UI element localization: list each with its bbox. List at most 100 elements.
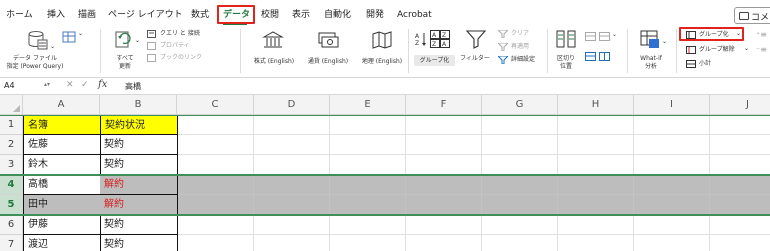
table-cell[interactable]: 契約 — [100, 235, 178, 251]
sort-ascending-icon[interactable]: A Z — [415, 31, 427, 47]
text-to-columns-icon[interactable] — [556, 29, 576, 49]
column-header-f[interactable]: F — [406, 95, 482, 115]
tab-formulas[interactable]: 数式 — [191, 10, 209, 21]
tab-page-layout[interactable]: ページ レイアウト — [108, 10, 183, 21]
advanced-filter-button[interactable]: 詳細設定 — [511, 56, 535, 63]
chevron-down-icon[interactable]: ⌄ — [78, 30, 83, 37]
insert-function-icon[interactable]: fx — [98, 79, 107, 90]
get-data-label-2: 指定 (Power Query) — [6, 63, 64, 70]
table-cell[interactable]: 契約状況 — [100, 115, 178, 135]
refresh-all-label: すべて — [116, 55, 134, 62]
what-if-label: What-if — [640, 55, 662, 62]
workbook-links-icon — [147, 54, 156, 62]
row-header[interactable]: 7 — [0, 235, 23, 251]
subtotal-button[interactable]: 小計 — [699, 60, 711, 67]
table-cell[interactable]: 田中 — [23, 195, 101, 215]
get-data-label: データ ファイル — [13, 55, 57, 62]
table-cell[interactable]: 渡辺 — [23, 235, 101, 251]
consolidate-icon[interactable] — [599, 52, 610, 61]
tab-view[interactable]: 表示 — [292, 10, 310, 21]
sort-dialog-icon[interactable]: A Z Z A — [430, 30, 450, 48]
tab-acrobat[interactable]: Acrobat — [397, 10, 432, 21]
queries-connections-button[interactable]: クエリ と 接続 — [160, 30, 200, 37]
green-border-top — [0, 115, 770, 116]
data-validation-icon[interactable] — [585, 52, 596, 61]
properties-icon — [147, 42, 156, 50]
table-cell[interactable]: 佐藤 — [23, 135, 101, 155]
column-header-e[interactable]: E — [330, 95, 406, 115]
tab-developer[interactable]: 開発 — [366, 10, 384, 21]
table-cell[interactable]: 伊藤 — [23, 215, 101, 235]
bank-icon — [262, 30, 284, 50]
data-type-currencies[interactable]: 通貨 (English) — [302, 29, 354, 69]
get-data-icon[interactable] — [27, 30, 49, 50]
clear-filter-button[interactable]: クリア — [511, 30, 529, 37]
table-cell[interactable]: 解約 — [100, 195, 178, 215]
remove-duplicates-icon[interactable] — [599, 32, 610, 41]
properties-button[interactable]: プロパティ — [160, 42, 190, 49]
row-header[interactable]: 6 — [0, 215, 23, 235]
workbook-links-button[interactable]: ブックのリンク — [160, 54, 202, 61]
tab-automate[interactable]: 自動化 — [324, 10, 351, 21]
row-header[interactable]: 3 — [0, 155, 23, 175]
select-all-button[interactable] — [0, 95, 23, 115]
chevron-down-icon[interactable]: ⌄ — [662, 38, 667, 45]
column-header-b[interactable]: B — [100, 95, 177, 115]
group-tooltip-button[interactable]: グループ化 — [414, 55, 455, 66]
flash-fill-icon[interactable] — [585, 32, 596, 41]
what-if-analysis-icon[interactable] — [640, 29, 660, 49]
column-header-i[interactable]: I — [634, 95, 710, 115]
table-cell[interactable]: 契約 — [100, 215, 178, 235]
what-if-label-2: 分析 — [644, 63, 657, 70]
tab-review[interactable]: 校閲 — [261, 10, 279, 21]
row-header[interactable]: 2 — [0, 135, 23, 155]
formula-input[interactable]: 高橋 — [125, 81, 141, 92]
tab-draw[interactable]: 描画 — [78, 10, 96, 21]
name-box[interactable]: A4 — [4, 81, 15, 90]
tab-home[interactable]: ホーム — [6, 10, 33, 21]
column-header-c[interactable]: C — [177, 95, 254, 115]
comment-button[interactable]: コメント — [734, 7, 770, 24]
table-cell[interactable]: 契約 — [100, 155, 178, 175]
svg-text:Z: Z — [415, 40, 419, 47]
cancel-icon[interactable]: ✕ — [66, 80, 74, 90]
text-to-columns-label-2: 位置 — [559, 63, 572, 70]
tab-insert[interactable]: 挿入 — [47, 10, 65, 21]
table-cell[interactable]: 鈴木 — [23, 155, 101, 175]
ungroup-button[interactable]: グループ解除 — [699, 46, 735, 53]
chevron-down-icon[interactable]: ⌄ — [612, 31, 617, 38]
column-header-h[interactable]: H — [558, 95, 634, 115]
map-icon — [371, 30, 393, 50]
chevron-down-icon[interactable]: ⌄ — [50, 43, 55, 50]
hide-detail-icon[interactable]: ⁻≡ — [756, 46, 767, 54]
table-cell[interactable]: 名簿 — [23, 115, 101, 135]
reapply-button[interactable]: 再適用 — [511, 43, 529, 50]
group-button-highlight-box — [679, 27, 744, 41]
row-header[interactable]: 4 — [0, 175, 23, 195]
chevron-down-icon[interactable]: ⌄ — [744, 45, 749, 52]
table-cell[interactable]: 高橋 — [23, 175, 101, 195]
table-from-range-icon[interactable] — [62, 31, 76, 43]
data-type-geography[interactable]: 地理 (English) — [356, 29, 408, 69]
formula-bar: A4 ▴▾ ✕ ✓ fx 高橋 — [0, 77, 770, 95]
data-type-stocks[interactable]: 株式 (English) — [248, 29, 300, 69]
refresh-all-icon[interactable] — [114, 30, 134, 50]
confirm-icon[interactable]: ✓ — [81, 80, 89, 90]
column-header-a[interactable]: A — [23, 95, 100, 115]
ribbon-separator — [676, 29, 677, 73]
table-cell[interactable]: 契約 — [100, 135, 178, 155]
column-header-d[interactable]: D — [254, 95, 330, 115]
subtotal-icon — [686, 60, 696, 68]
filter-icon[interactable] — [466, 29, 486, 49]
chevron-down-icon[interactable]: ⌄ — [135, 37, 140, 44]
table-cell[interactable]: 解約 — [100, 175, 178, 195]
name-box-dropdown-icon[interactable]: ▴▾ — [44, 81, 50, 88]
row-header[interactable]: 1 — [0, 115, 23, 135]
show-detail-icon[interactable]: ⁺≡ — [756, 31, 767, 39]
ribbon-separator — [240, 29, 241, 73]
column-header-g[interactable]: G — [482, 95, 558, 115]
column-header-j[interactable]: J — [710, 95, 770, 115]
filter-button[interactable]: フィルター — [460, 55, 490, 62]
refresh-all-label-2: 更新 — [118, 63, 131, 70]
row-header[interactable]: 5 — [0, 195, 23, 215]
